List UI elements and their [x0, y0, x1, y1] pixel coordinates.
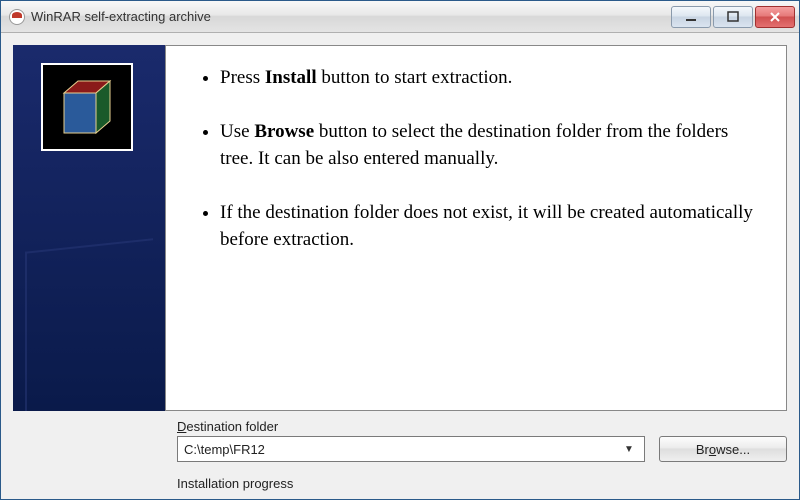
window-title: WinRAR self-extracting archive	[31, 9, 671, 24]
text: estination folder	[186, 419, 278, 434]
minimize-icon	[685, 11, 697, 23]
text-bold: Browse	[254, 121, 314, 142]
instruction-item: Press Install button to start extraction…	[220, 64, 758, 92]
destination-folder-value: C:\temp\FR12	[184, 442, 620, 457]
text: wse...	[716, 442, 750, 457]
instruction-item: If the destination folder does not exist…	[220, 199, 758, 254]
destination-folder-label: Destination folder	[177, 419, 787, 434]
text: button to start extraction.	[317, 67, 513, 88]
sidebar-decoration	[25, 238, 153, 411]
titlebar[interactable]: WinRAR self-extracting archive	[1, 1, 799, 33]
maximize-button[interactable]	[713, 6, 753, 28]
sfx-logo-box	[41, 63, 133, 151]
text: Use	[220, 121, 254, 142]
window-controls	[671, 6, 795, 28]
text-bold: Install	[265, 67, 317, 88]
maximize-icon	[727, 11, 739, 23]
instruction-item: Use Browse button to select the destinat…	[220, 118, 758, 173]
destination-folder-combobox[interactable]: C:\temp\FR12 ▼	[177, 436, 645, 462]
text: Press	[220, 67, 265, 88]
lower-panel: Destination folder C:\temp\FR12 ▼ Browse…	[1, 419, 799, 499]
browse-button[interactable]: Browse...	[659, 436, 787, 462]
app-icon	[9, 9, 25, 25]
chevron-down-icon: ▼	[620, 444, 638, 455]
instructions-panel: Press Install button to start extraction…	[165, 45, 787, 411]
installation-progress-label: Installation progress	[177, 476, 787, 491]
client-area: Press Install button to start extraction…	[1, 33, 799, 499]
text: Br	[696, 442, 709, 457]
box-icon	[52, 75, 122, 139]
minimize-button[interactable]	[671, 6, 711, 28]
sidebar	[13, 45, 165, 411]
text: If the destination folder does not exist…	[220, 202, 753, 251]
winrar-sfx-window: WinRAR self-extracting archive	[0, 0, 800, 500]
close-icon	[769, 11, 781, 23]
accelerator-char: D	[177, 419, 186, 434]
upper-panel: Press Install button to start extraction…	[13, 45, 787, 411]
close-button[interactable]	[755, 6, 795, 28]
destination-row: C:\temp\FR12 ▼ Browse...	[177, 436, 787, 462]
